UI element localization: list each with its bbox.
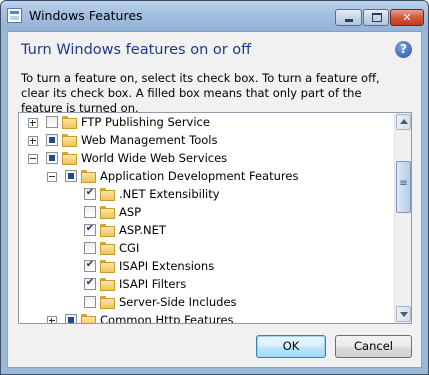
tree-item[interactable]: World Wide Web Services: [19, 150, 394, 168]
feature-label: ISAPI Extensions: [119, 259, 215, 273]
collapse-icon[interactable]: [47, 172, 57, 182]
windows-features-app-icon: [7, 8, 22, 23]
vertical-scrollbar[interactable]: [394, 113, 411, 323]
folder-icon: [100, 260, 115, 273]
scroll-up-arrow-icon[interactable]: [396, 114, 411, 130]
collapse-icon[interactable]: [28, 154, 38, 164]
folder-icon: [62, 116, 77, 129]
feature-checkbox[interactable]: [84, 296, 96, 308]
tree-item[interactable]: Common Http Features: [19, 312, 394, 324]
scroll-down-arrow-icon[interactable]: [396, 306, 411, 322]
feature-checkbox[interactable]: [65, 170, 77, 182]
folder-icon: [100, 296, 115, 309]
feature-checkbox[interactable]: [46, 116, 58, 128]
folder-icon: [100, 188, 115, 201]
folder-icon: [100, 224, 115, 237]
tree-item[interactable]: Application Development Features: [19, 168, 394, 186]
feature-label: CGI: [119, 241, 140, 255]
feature-label: FTP Publishing Service: [81, 115, 210, 129]
folder-icon: [81, 170, 96, 183]
tree-item[interactable]: ASP: [19, 204, 394, 222]
folder-icon: [62, 134, 77, 147]
feature-label: Application Development Features: [100, 169, 299, 183]
tree-item[interactable]: ASP.NET: [19, 222, 394, 240]
feature-checkbox[interactable]: [84, 277, 96, 290]
expand-icon[interactable]: [47, 316, 57, 323]
instructions-text: To turn a feature on, select its check b…: [21, 71, 380, 115]
tree-item[interactable]: .NET Extensibility: [19, 186, 394, 204]
feature-checkbox[interactable]: [46, 152, 58, 164]
feature-checkbox[interactable]: [84, 259, 96, 272]
expand-icon[interactable]: [28, 136, 38, 146]
scrollbar-thumb[interactable]: [396, 161, 411, 213]
tree-item[interactable]: CGI: [19, 240, 394, 258]
maximize-button[interactable]: [363, 9, 389, 26]
feature-label: World Wide Web Services: [81, 151, 228, 165]
close-button[interactable]: [390, 9, 424, 26]
feature-label: Server-Side Includes: [119, 295, 237, 309]
feature-label: ISAPI Filters: [119, 277, 187, 291]
tree-item[interactable]: Web Management Tools: [19, 132, 394, 150]
title-bar[interactable]: Windows Features: [1, 1, 428, 31]
tree-item[interactable]: ISAPI Filters: [19, 276, 394, 294]
tree-item[interactable]: ISAPI Extensions: [19, 258, 394, 276]
feature-label: ASP: [119, 205, 142, 219]
ok-button[interactable]: OK: [256, 335, 326, 358]
folder-icon: [100, 278, 115, 291]
dialog-body: Turn Windows features on or off ? To tur…: [7, 31, 422, 368]
cancel-button[interactable]: Cancel: [335, 335, 412, 358]
feature-checkbox[interactable]: [65, 314, 77, 323]
feature-checkbox[interactable]: [84, 242, 96, 254]
feature-label: .NET Extensibility: [119, 187, 220, 201]
feature-checkbox[interactable]: [84, 223, 96, 236]
feature-label: ASP.NET: [119, 223, 166, 237]
folder-icon: [100, 242, 115, 255]
folder-icon: [81, 314, 96, 323]
folder-icon: [62, 152, 77, 165]
feature-checkbox[interactable]: [46, 134, 58, 146]
minimize-button[interactable]: [335, 9, 362, 26]
folder-icon: [100, 206, 115, 219]
tree-item[interactable]: FTP Publishing Service: [19, 114, 394, 132]
feature-checkbox[interactable]: [84, 206, 96, 218]
features-tree[interactable]: FTP Publishing Service Web Management Too…: [18, 112, 412, 324]
feature-label: Web Management Tools: [81, 133, 218, 147]
tree-item[interactable]: Server-Side Includes: [19, 294, 394, 312]
feature-checkbox[interactable]: [84, 187, 96, 200]
windows-features-dialog: Windows Features Turn Windows features o…: [0, 0, 429, 375]
expand-icon[interactable]: [28, 118, 38, 128]
window-title: Windows Features: [29, 8, 143, 23]
feature-label: Common Http Features: [100, 313, 234, 324]
help-icon[interactable]: ?: [395, 41, 412, 58]
dialog-heading: Turn Windows features on or off: [21, 42, 252, 58]
